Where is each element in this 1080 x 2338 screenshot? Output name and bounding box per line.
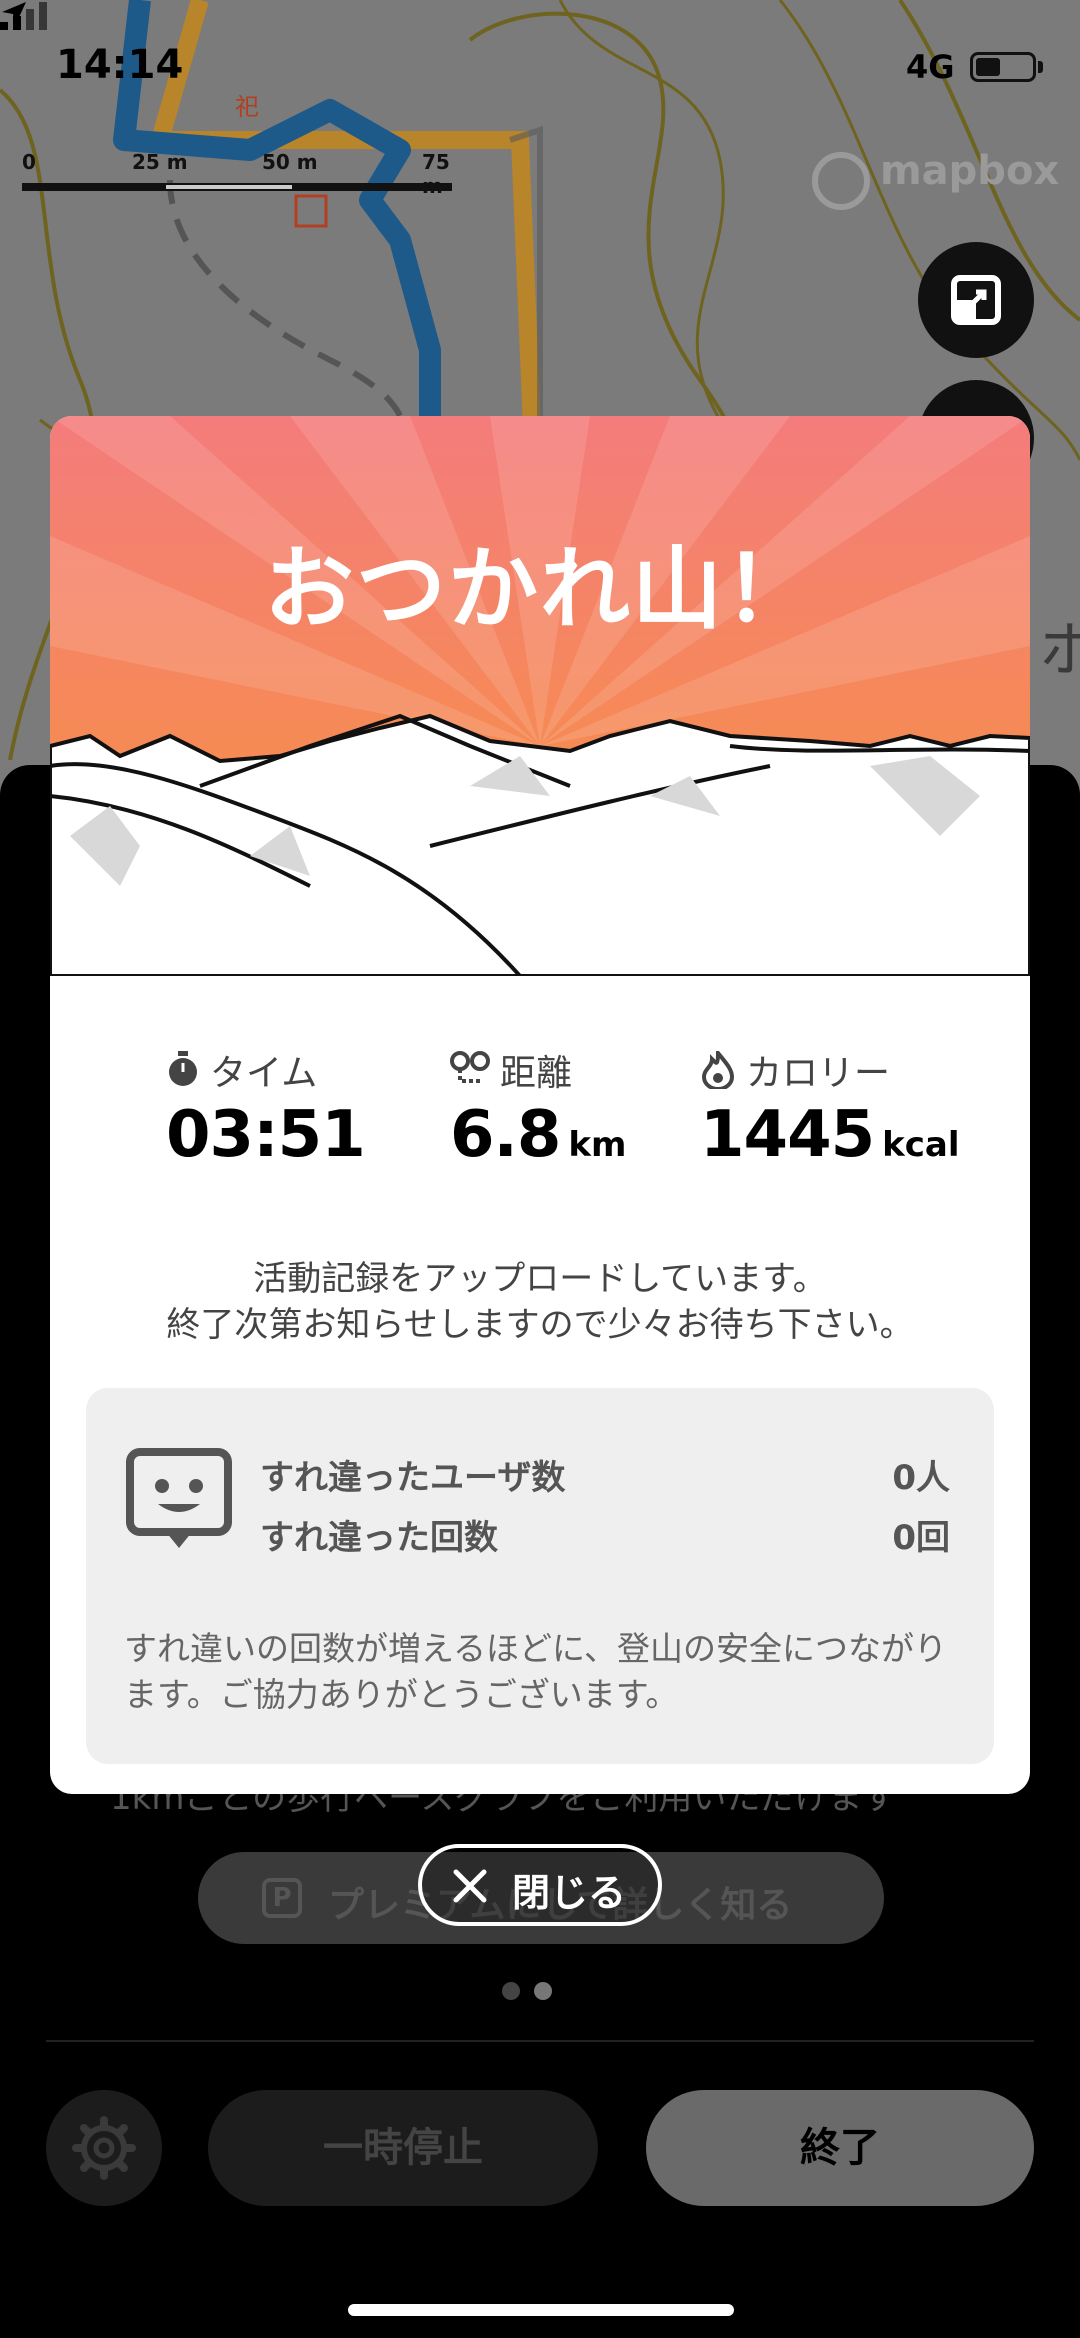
map-scale-bar: 0 25 m 50 m 75 m [22,150,462,200]
status-time: 14:14 [56,42,184,88]
stopwatch-icon [169,1051,197,1086]
route-icon [450,1051,490,1083]
battery-tip [1038,61,1043,73]
mountain-illustration [50,416,1030,976]
gear-icon [72,2116,136,2180]
signal-strength-icon [0,2,47,30]
stat-time-value: 03:51 [166,1098,366,1172]
flame-icon [701,1051,735,1089]
close-button[interactable]: 閉じる [418,1844,662,1926]
page-indicator [502,1982,566,2004]
scale-label-25: 25 m [132,150,188,174]
map-expand-button[interactable] [918,242,1034,358]
passing-users-label: すれ違ったユーザ数 [260,1458,566,1498]
stat-distance: 距離 6.8 km [450,1042,740,1172]
stat-time-label: タイム [210,1053,318,1094]
passing-count-value: 0回 [892,1518,950,1558]
stat-distance-unit: km [568,1125,627,1165]
stat-distance-label: 距離 [500,1053,573,1094]
scale-bar-segment [166,185,292,189]
end-button[interactable]: 終了 [646,2090,1034,2206]
stat-calories-value: 1445 [700,1098,875,1172]
home-indicator[interactable] [348,2304,734,2316]
battery-icon [970,52,1036,82]
passing-users-value: 0人 [892,1458,950,1498]
premium-p-icon: P [262,1878,302,1918]
svg-text:ボ: ボ [1040,615,1080,685]
settings-button[interactable] [46,2090,162,2206]
scale-label-0: 0 [22,150,36,174]
stat-calories-unit: kcal [882,1125,960,1165]
upload-message-line1: 活動記録をアップロードしています。 [253,1259,827,1299]
expand-icon [951,275,1001,325]
page-dot[interactable] [502,1982,520,2000]
stat-calories: カロリー 1445 kcal [700,1042,990,1172]
status-bar: 14:14 4G [0,0,1080,130]
network-type: 4G [906,48,955,86]
stat-calories-label: カロリー [746,1053,891,1094]
upload-message-line2: 終了次第お知らせしますので少々お待ち下さい。 [166,1305,914,1345]
passing-info-box: すれ違ったユーザ数 0人 すれ違った回数 0回 すれ違いの回数が増えるほどに、登… [86,1388,994,1764]
modal-title: おつかれ山！ [264,537,816,642]
stat-time: タイム 03:51 [166,1042,456,1172]
passing-count-row: すれ違った回数 0回 [260,1510,960,1559]
stat-distance-value: 6.8 [450,1098,561,1172]
close-label: 閉じる [512,1871,627,1915]
passing-users-row: すれ違ったユーザ数 0人 [260,1450,960,1499]
passing-description: すれ違いの回数が増えるほどに、登山の安全につながります。ご協力ありがとうございま… [124,1629,948,1714]
finish-modal: おつかれ山！ タイム 03:51 距離 6.8 km カロリー 1445 kca… [50,416,1030,1794]
smile-face-icon [126,1448,232,1548]
passing-count-label: すれ違った回数 [260,1518,498,1558]
divider [46,2040,1034,2042]
mapbox-logo-icon [812,152,870,210]
close-icon [453,1869,487,1903]
pause-button[interactable]: 一時停止 [208,2090,598,2206]
modal-hero: おつかれ山！ [50,416,1030,976]
mapbox-logo-text: mapbox [880,148,1060,194]
scale-label-50: 50 m [262,150,318,174]
activity-stats: タイム 03:51 距離 6.8 km カロリー 1445 kcal [50,1042,1030,1202]
page-dot-active[interactable] [534,1982,552,2000]
upload-message: 活動記録をアップロードしています。 終了次第お知らせしますので少々お待ち下さい。 [50,1256,1030,1348]
